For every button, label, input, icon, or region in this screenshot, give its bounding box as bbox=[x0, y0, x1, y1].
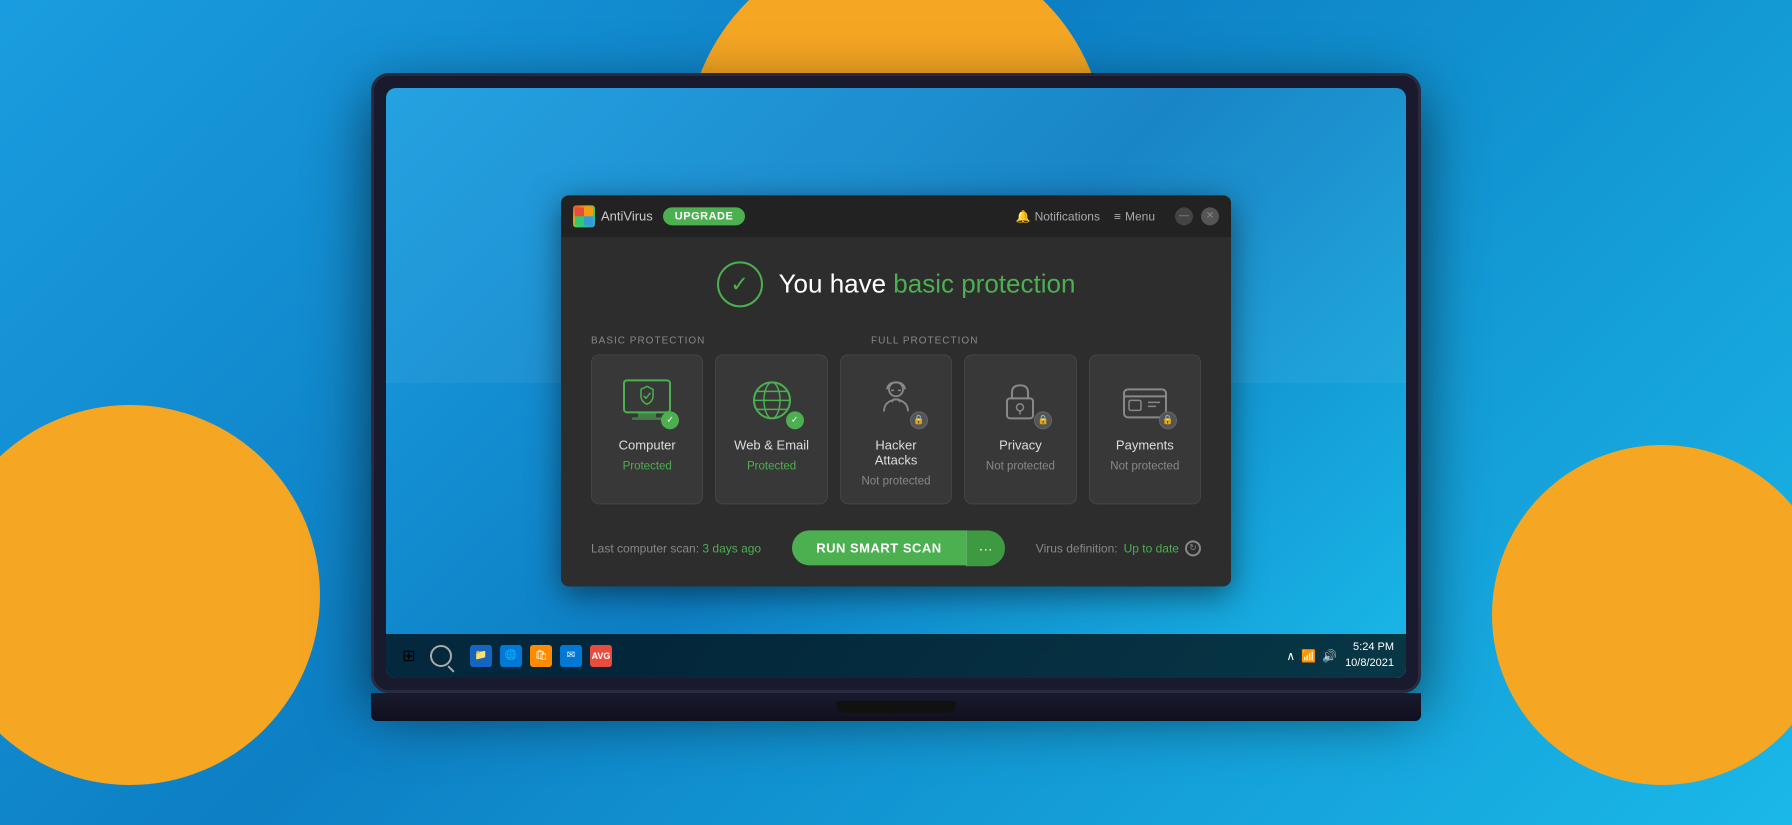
bell-icon: 🔔 bbox=[1016, 209, 1031, 223]
taskbar-system-icons: ∧ 📶 🔊 bbox=[1286, 649, 1337, 663]
run-smart-scan-button[interactable]: RUN SMART SCAN bbox=[792, 530, 965, 565]
taskbar-app-mail[interactable]: ✉ bbox=[560, 645, 582, 667]
privacy-status-badge: 🔒 bbox=[1034, 411, 1052, 429]
computer-icon-wrap: ✓ bbox=[615, 373, 679, 429]
payments-card-status: Not protected bbox=[1110, 460, 1179, 472]
taskbar-chevron-icon[interactable]: ∧ bbox=[1286, 649, 1295, 663]
taskbar-app-store[interactable]: 🛍 bbox=[530, 645, 552, 667]
hacker-icon-wrap: 🔒 bbox=[864, 373, 928, 429]
check-icon: ✓ bbox=[730, 271, 748, 297]
title-bar: AntiVirus UPGRADE 🔔 Notifications ≡ Menu bbox=[561, 195, 1231, 237]
taskbar-app-avg[interactable]: AVG bbox=[590, 645, 612, 667]
web-email-card-status: Protected bbox=[747, 460, 796, 472]
card-payments[interactable]: 🔒 Payments Not protected bbox=[1089, 354, 1201, 504]
cards-row: ✓ Computer Protected bbox=[591, 354, 1201, 504]
virus-def-value: Up to date bbox=[1124, 541, 1179, 555]
laptop-screen: AntiVirus UPGRADE 🔔 Notifications ≡ Menu bbox=[386, 88, 1406, 678]
hacker-card-name: Hacker Attacks bbox=[853, 437, 939, 467]
scan-button-group: RUN SMART SCAN ··· bbox=[792, 530, 1004, 566]
computer-status-badge: ✓ bbox=[661, 411, 679, 429]
app-footer: Last computer scan: 3 days ago RUN SMART… bbox=[591, 524, 1201, 566]
refresh-icon[interactable]: ↻ bbox=[1185, 540, 1201, 556]
laptop-notch bbox=[836, 701, 956, 713]
computer-card-status: Protected bbox=[623, 460, 672, 472]
computer-card-name: Computer bbox=[619, 437, 676, 452]
screen-bezel: AntiVirus UPGRADE 🔔 Notifications ≡ Menu bbox=[371, 73, 1421, 693]
card-privacy[interactable]: 🔒 Privacy Not protected bbox=[964, 354, 1076, 504]
hacker-status-badge: 🔒 bbox=[910, 411, 928, 429]
payments-card-name: Payments bbox=[1116, 437, 1174, 452]
scan-more-button[interactable]: ··· bbox=[966, 530, 1005, 566]
menu-icon: ≡ bbox=[1114, 209, 1121, 223]
full-section-label: FULL PROTECTION bbox=[871, 335, 1201, 346]
card-computer[interactable]: ✓ Computer Protected bbox=[591, 354, 703, 504]
close-button[interactable]: ✕ bbox=[1201, 207, 1219, 225]
taskbar-right: ∧ 📶 🔊 5:24 PM 10/8/2021 bbox=[1286, 640, 1394, 671]
card-hacker-attacks[interactable]: 🔒 Hacker Attacks Not protected bbox=[840, 354, 952, 504]
app-title: AntiVirus bbox=[601, 208, 653, 223]
payments-status-badge: 🔒 bbox=[1159, 411, 1177, 429]
hacker-card-status: Not protected bbox=[861, 475, 930, 487]
taskbar: ⊞ 📁 🌐 🛍 ✉ AVG ∧ 📶 🔊 bbox=[386, 634, 1406, 678]
app-logo: AntiVirus bbox=[573, 205, 653, 227]
check-circle: ✓ bbox=[717, 261, 763, 307]
virus-definition: Virus definition: Up to date ↻ bbox=[1036, 540, 1201, 556]
windows-start-button[interactable]: ⊞ bbox=[398, 645, 420, 667]
basic-section-label: BASIC PROTECTION bbox=[591, 335, 871, 346]
last-scan: Last computer scan: 3 days ago bbox=[591, 541, 761, 555]
privacy-card-status: Not protected bbox=[986, 460, 1055, 472]
privacy-icon-wrap: 🔒 bbox=[988, 373, 1052, 429]
menu-button[interactable]: ≡ Menu bbox=[1114, 209, 1155, 223]
app-window: AntiVirus UPGRADE 🔔 Notifications ≡ Menu bbox=[561, 195, 1231, 586]
laptop-base bbox=[371, 693, 1421, 721]
privacy-card-name: Privacy bbox=[999, 437, 1042, 452]
protection-title: You have basic protection bbox=[779, 268, 1076, 299]
taskbar-app-explorer[interactable]: 📁 bbox=[470, 645, 492, 667]
section-labels: BASIC PROTECTION FULL PROTECTION bbox=[591, 335, 1201, 346]
upgrade-button[interactable]: UPGRADE bbox=[663, 207, 746, 225]
web-email-icon-wrap: ✓ bbox=[740, 373, 804, 429]
web-email-status-badge: ✓ bbox=[786, 411, 804, 429]
protection-sections: BASIC PROTECTION FULL PROTECTION bbox=[591, 335, 1201, 504]
payments-icon-wrap: 🔒 bbox=[1113, 373, 1177, 429]
notifications-button[interactable]: 🔔 Notifications bbox=[1016, 209, 1100, 223]
taskbar-volume-icon[interactable]: 🔊 bbox=[1322, 649, 1337, 663]
avg-logo-icon bbox=[573, 205, 595, 227]
protection-header: ✓ You have basic protection bbox=[591, 261, 1201, 307]
taskbar-wifi-icon[interactable]: 📶 bbox=[1301, 649, 1316, 663]
minimize-button[interactable]: — bbox=[1175, 207, 1193, 225]
taskbar-apps: 📁 🌐 🛍 ✉ AVG bbox=[470, 645, 612, 667]
web-email-card-name: Web & Email bbox=[734, 437, 809, 452]
last-scan-value: 3 days ago bbox=[702, 541, 761, 555]
app-content: ✓ You have basic protection BASIC PROTEC… bbox=[561, 237, 1231, 586]
taskbar-clock[interactable]: 5:24 PM 10/8/2021 bbox=[1345, 640, 1394, 671]
taskbar-app-edge[interactable]: 🌐 bbox=[500, 645, 522, 667]
window-controls: — ✕ bbox=[1175, 207, 1219, 225]
laptop: AntiVirus UPGRADE 🔔 Notifications ≡ Menu bbox=[371, 73, 1421, 753]
title-bar-right: 🔔 Notifications ≡ Menu — ✕ bbox=[1016, 207, 1219, 225]
card-web-email[interactable]: ✓ Web & Email Protected bbox=[715, 354, 827, 504]
taskbar-search-button[interactable] bbox=[430, 645, 452, 667]
taskbar-start: ⊞ 📁 🌐 🛍 ✉ AVG bbox=[398, 645, 612, 667]
